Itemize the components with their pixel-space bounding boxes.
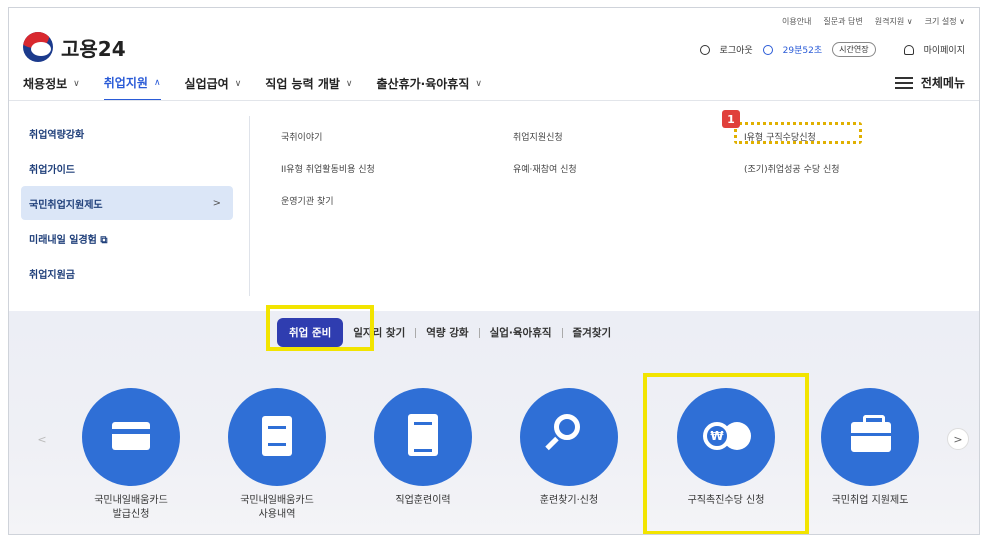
chevron-down-icon: ∨ — [475, 78, 482, 89]
utility-links: 이용안내 질문과 답변 원격지원 ∨ 크기 설정 ∨ — [782, 16, 965, 27]
submenu-link[interactable]: II유형 취업활동비용 신청 — [281, 162, 375, 175]
highlight-box-tab — [266, 305, 374, 351]
magnifier-icon — [554, 414, 580, 440]
nav-label: 직업 능력 개발 — [265, 77, 340, 91]
prev-arrow-button[interactable]: < — [31, 428, 53, 450]
extend-time-button[interactable]: 시간연장 — [832, 42, 876, 57]
quick-card-training-history[interactable]: 직업훈련이력 — [363, 388, 483, 508]
step-badge: 1 — [722, 110, 740, 128]
nav-label: 실업급여 — [184, 77, 229, 91]
quick-card-card-issue[interactable]: 국민내일배움카드 발급신청 — [71, 388, 191, 522]
nav-item-jobs[interactable]: 채용정보 ∨ — [23, 74, 80, 101]
briefcase-icon — [851, 415, 891, 452]
credit-card-icon — [112, 422, 150, 450]
chevron-right-icon: > — [212, 197, 221, 209]
submenu-link[interactable]: 취업지원신청 — [513, 130, 563, 143]
card-circle — [821, 388, 919, 486]
card-label: 직업훈련이력 — [395, 495, 451, 506]
chevron-down-icon: ∨ — [234, 78, 242, 89]
card-circle — [374, 388, 472, 486]
tab-favorites[interactable]: 즐겨찾기 — [563, 325, 622, 340]
card-label: 국민내일배움카드 사용내역 — [240, 495, 314, 520]
logo-text: 고용24 — [61, 36, 126, 61]
sidebar-item-label: 취업역량강화 — [29, 129, 85, 141]
clock-icon — [762, 44, 773, 55]
sidebar-item-guide[interactable]: 취업가이드 — [21, 151, 233, 185]
quick-card-national-support[interactable]: 국민취업 지원제도 — [810, 388, 930, 508]
chevron-up-icon: ∧ — [153, 77, 161, 88]
nav-label: 취업지원 — [103, 76, 148, 90]
sidebar-item-label: 취업지원금 — [29, 269, 75, 281]
site-logo[interactable]: 고용24 — [23, 32, 126, 62]
highlight-box-allowance — [643, 373, 809, 534]
sidebar-item-capacity[interactable]: 취업역량강화 — [21, 116, 233, 150]
document-icon — [408, 414, 438, 456]
dropdown-sidebar: 취업역량강화 취업가이드 국민취업지원제도 > 미래내일 일경험 ⧉ 취업지원금 — [21, 116, 233, 291]
card-circle — [228, 388, 326, 486]
card-circle — [82, 388, 180, 486]
nav-item-parental-leave[interactable]: 출산휴가·육아휴직 ∨ — [377, 74, 482, 101]
dropdown-divider — [249, 116, 250, 296]
submenu-link[interactable]: 운영기관 찾기 — [281, 194, 334, 207]
scroll-icon — [262, 416, 292, 456]
util-guide-link[interactable]: 이용안내 — [782, 16, 811, 27]
user-icon — [903, 44, 914, 55]
quick-card-training-search[interactable]: 훈련찾기·신청 — [509, 388, 629, 508]
card-label: 국민내일배움카드 발급신청 — [94, 495, 168, 520]
sidebar-item-label: 미래내일 일경험 ⧉ — [29, 234, 108, 246]
all-menu-button[interactable]: 전체메뉴 — [894, 74, 965, 91]
all-menu-label: 전체메뉴 — [920, 76, 965, 90]
mypage-link[interactable]: 마이페이지 — [924, 43, 965, 56]
session-area: 로그아웃 29분52초 시간연장 마이페이지 — [699, 42, 965, 57]
card-circle — [520, 388, 618, 486]
sidebar-item-label: 국민취업지원제도 — [29, 199, 103, 211]
sidebar-item-subsidy[interactable]: 취업지원금 — [21, 256, 233, 290]
sidebar-item-national-support[interactable]: 국민취업지원제도 > — [21, 186, 233, 220]
lock-icon — [699, 44, 710, 55]
next-arrow-button[interactable]: > — [947, 428, 969, 450]
card-label: 국민취업 지원제도 — [831, 495, 909, 506]
hamburger-icon — [894, 76, 913, 89]
submenu-link[interactable]: (조기)취업성공 수당 신청 — [744, 162, 840, 175]
nav-divider — [9, 100, 979, 101]
util-fontsize-link[interactable]: 크기 설정 ∨ — [925, 16, 965, 27]
submenu-link[interactable]: 국취이야기 — [281, 130, 322, 143]
sidebar-item-work-experience[interactable]: 미래내일 일경험 ⧉ — [21, 221, 233, 255]
submenu-link[interactable]: 유예·재참여 신청 — [513, 162, 577, 175]
chevron-down-icon: ∨ — [73, 78, 80, 89]
util-qna-link[interactable]: 질문과 답변 — [823, 16, 862, 27]
tab-capacity[interactable]: 역량 강화 — [416, 325, 478, 340]
highlight-dotted-box — [734, 122, 862, 144]
util-remote-link[interactable]: 원격지원 ∨ — [875, 16, 913, 27]
nav-item-unemployment-benefit[interactable]: 실업급여 ∨ — [185, 74, 242, 101]
nav-item-employment-support[interactable]: 취업지원 ∧ — [103, 74, 161, 101]
chevron-down-icon: ∨ — [345, 78, 353, 89]
screenshot-frame: 이용안내 질문과 답변 원격지원 ∨ 크기 설정 ∨ 고용24 로그아웃 29분… — [8, 7, 980, 535]
logout-link[interactable]: 로그아웃 — [720, 43, 753, 56]
tab-unemployment[interactable]: 실업·육아휴직 — [480, 325, 562, 340]
session-timer: 29분52초 — [782, 46, 823, 56]
quick-card-card-history[interactable]: 국민내일배움카드 사용내역 — [217, 388, 337, 522]
taegeuk-logo-icon — [23, 32, 53, 62]
nav-label: 채용정보 — [23, 77, 68, 91]
nav-label: 출산휴가·육아휴직 — [376, 77, 470, 91]
sidebar-item-label: 취업가이드 — [29, 164, 75, 176]
main-nav: 채용정보 ∨ 취업지원 ∧ 실업급여 ∨ 직업 능력 개발 ∨ 출산휴가·육아휴… — [23, 74, 482, 101]
nav-item-vocational-training[interactable]: 직업 능력 개발 ∨ — [265, 74, 352, 101]
card-label: 훈련찾기·신청 — [539, 495, 599, 506]
